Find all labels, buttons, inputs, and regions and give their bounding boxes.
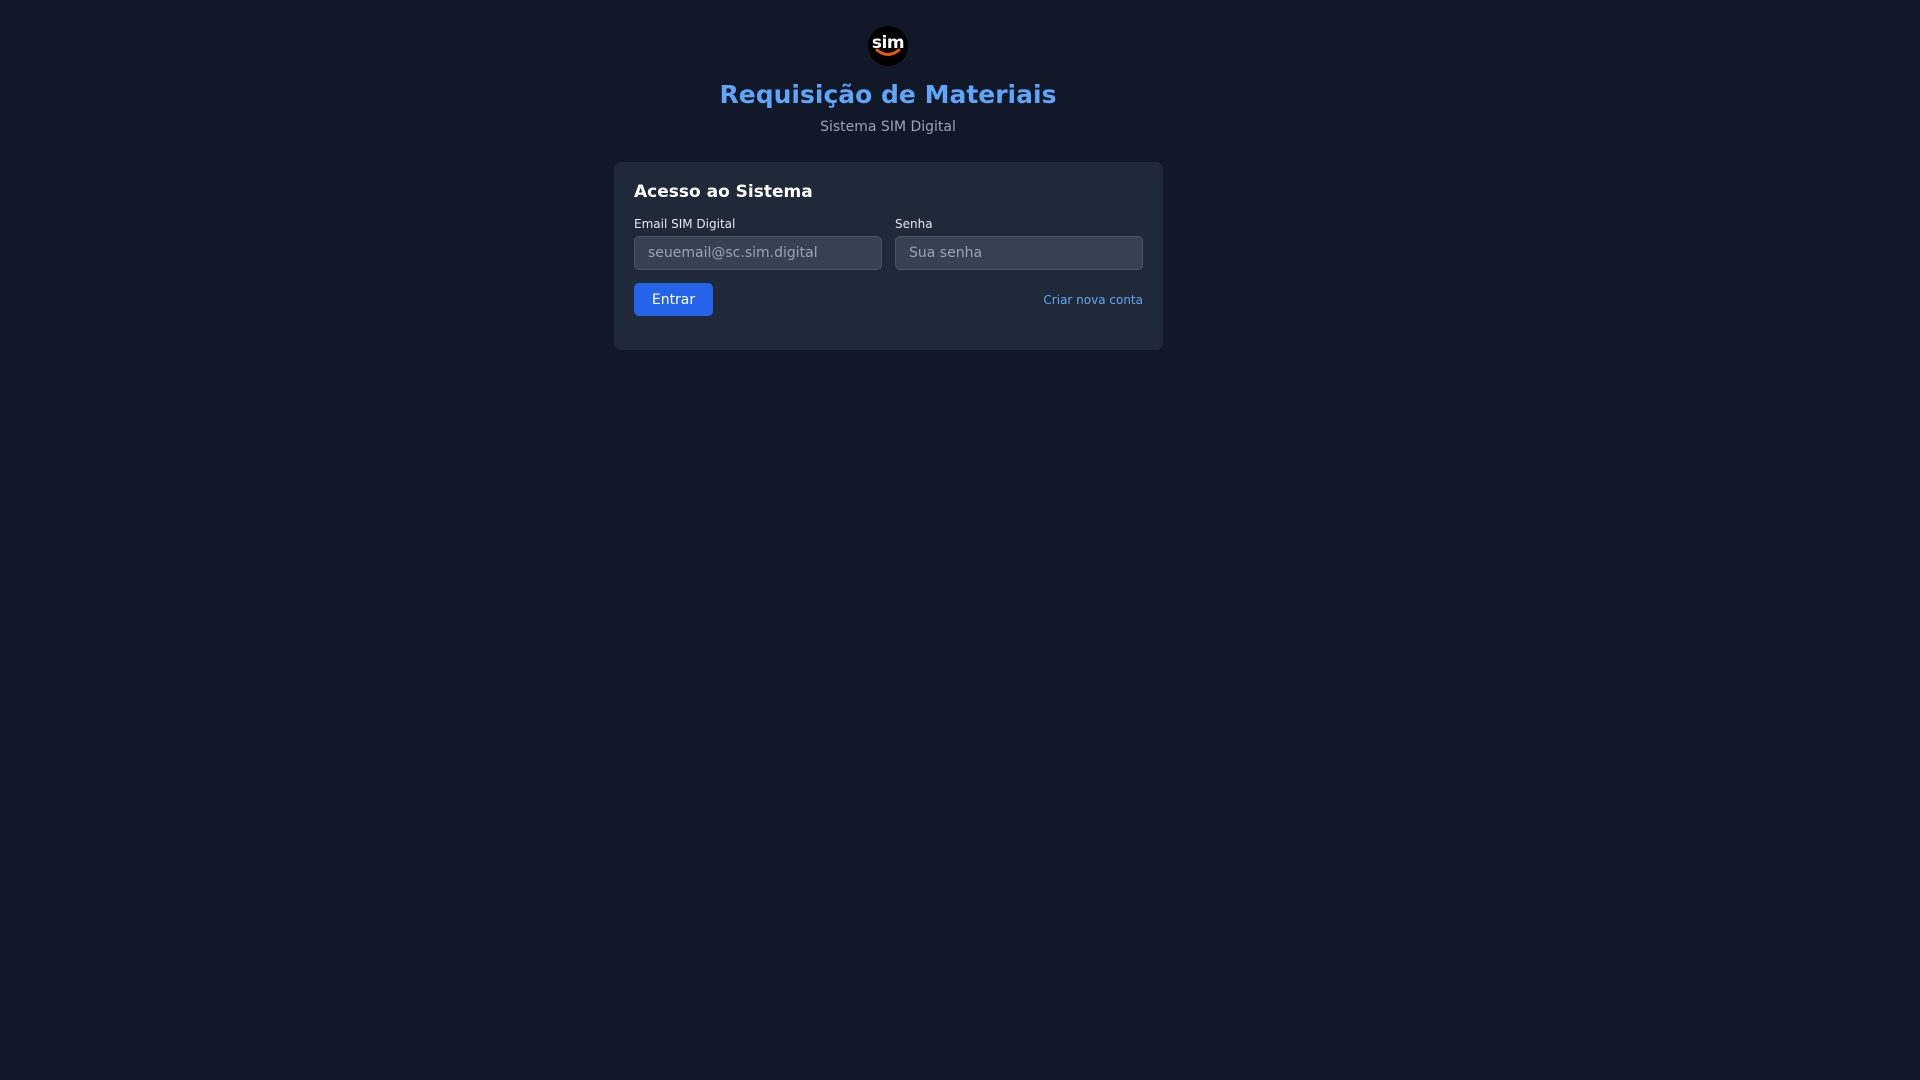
login-actions: Entrar Criar nova conta xyxy=(634,283,1143,316)
page-subtitle: Sistema SIM Digital xyxy=(820,119,956,135)
password-field-group: Senha xyxy=(895,217,1143,270)
login-fields: Email SIM Digital Senha xyxy=(634,217,1143,270)
email-field-group: Email SIM Digital xyxy=(634,217,882,270)
smile-arc-icon xyxy=(875,48,901,56)
login-submit-button[interactable]: Entrar xyxy=(634,283,713,316)
page-title: Requisição de Materiais xyxy=(719,80,1057,109)
email-input[interactable] xyxy=(634,236,882,270)
login-heading: Acesso ao Sistema xyxy=(634,182,813,202)
password-input[interactable] xyxy=(895,236,1143,270)
page-header: sim Requisição de Materiais Sistema SIM … xyxy=(0,26,1776,136)
login-card: Acesso ao Sistema Email SIM Digital Senh… xyxy=(614,162,1163,350)
email-label: Email SIM Digital xyxy=(634,217,736,231)
create-account-link[interactable]: Criar nova conta xyxy=(1043,293,1143,307)
sim-logo-icon: sim xyxy=(868,26,908,66)
password-label: Senha xyxy=(895,217,933,231)
